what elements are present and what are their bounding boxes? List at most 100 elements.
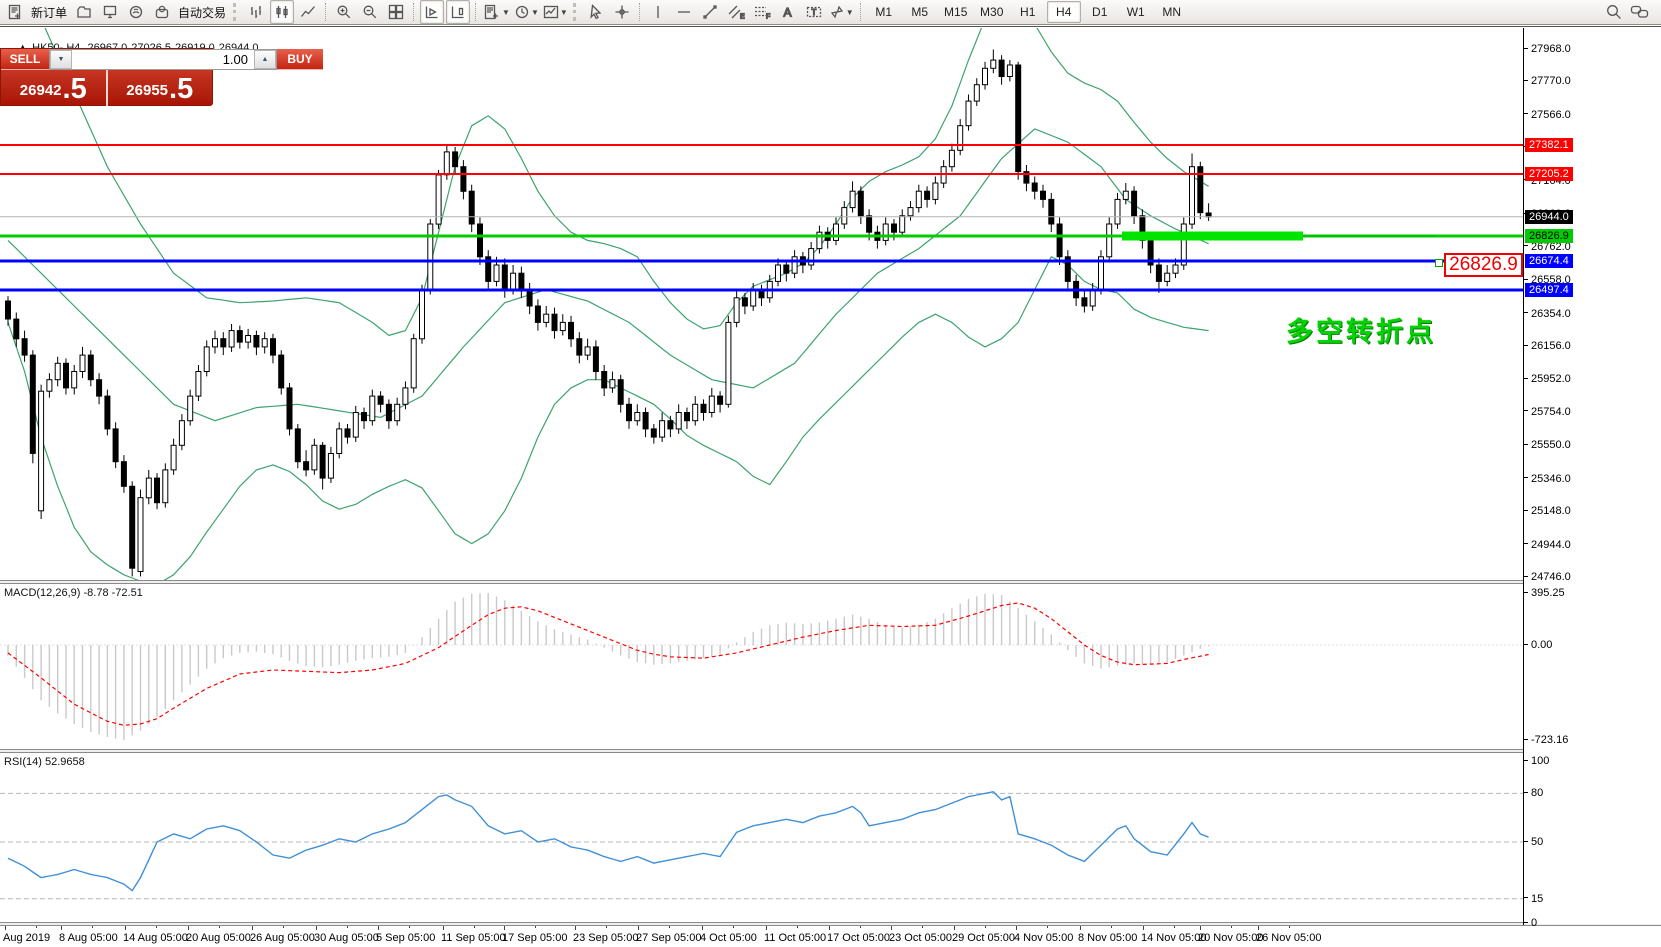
time-axis-label: 17 Sep 05:00 <box>502 932 567 944</box>
time-tick-minor <box>922 926 923 928</box>
new-order-button[interactable] <box>3 0 27 24</box>
cursor-icon[interactable] <box>584 0 608 24</box>
sell-button[interactable]: SELL <box>1 49 49 70</box>
zoom-in-icon[interactable] <box>332 0 356 24</box>
text-label-icon[interactable]: T <box>802 0 826 24</box>
auto-trading-icon[interactable] <box>150 0 174 24</box>
time-axis-label: 20 Aug 05:00 <box>186 932 251 944</box>
price-tick-label: 27566.0 <box>1524 108 1571 122</box>
time-axis-label: 29 Oct 05:00 <box>952 932 1015 944</box>
fibonacci-icon[interactable]: F <box>750 0 774 24</box>
svg-text:A: A <box>783 6 791 20</box>
timeframe-button-d1[interactable]: D1 <box>1083 1 1117 23</box>
arrows-icon[interactable]: ▼ <box>828 0 855 24</box>
pane-resize-separator[interactable] <box>0 580 1661 584</box>
zoom-out-icon[interactable] <box>358 0 382 24</box>
time-tick-minor <box>1047 926 1048 928</box>
time-tick-minor <box>474 926 475 928</box>
volume-decrease-button[interactable]: ▼ <box>50 50 72 69</box>
macd-pane[interactable] <box>0 584 1523 748</box>
time-tick <box>954 926 955 930</box>
macd-histogram <box>7 593 1209 740</box>
chart-shift-icon[interactable] <box>446 0 470 24</box>
timeframe-button-w1[interactable]: W1 <box>1119 1 1153 23</box>
time-axis-label: 14 Nov 05:00 <box>1141 932 1206 944</box>
periods-icon[interactable]: ▼ <box>513 0 540 24</box>
rsi-indicator-label: RSI(14) 52.9658 <box>4 756 85 768</box>
search-icon[interactable] <box>1602 0 1626 24</box>
time-tick-minor <box>1231 926 1232 928</box>
bar-chart-icon[interactable] <box>244 0 268 24</box>
time-tick <box>1016 926 1017 930</box>
timeframe-button-h4[interactable]: H4 <box>1047 1 1081 23</box>
vertical-line-icon[interactable] <box>646 0 670 24</box>
crosshair-icon[interactable] <box>610 0 634 24</box>
sell-price-main: 26942 <box>20 78 62 104</box>
time-axis-label: 26 Aug 05:00 <box>250 932 315 944</box>
timeframe-button-mn[interactable]: MN <box>1155 1 1189 23</box>
chat-icon[interactable] <box>1628 0 1652 24</box>
horizontal-line-icon[interactable] <box>672 0 696 24</box>
time-tick-minor <box>347 926 348 928</box>
time-tick-minor <box>409 926 410 928</box>
time-tick-minor <box>156 926 157 928</box>
auto-trading-label[interactable]: 自动交易 <box>178 4 226 21</box>
buy-price-display[interactable]: 26955.5 <box>108 70 213 106</box>
trendline-handle[interactable] <box>1435 259 1443 267</box>
templates-icon[interactable]: ▼ <box>542 0 569 24</box>
time-tick <box>575 926 576 930</box>
main-price-pane[interactable] <box>0 28 1523 580</box>
auto-scroll-icon[interactable] <box>420 0 444 24</box>
time-tick-minor <box>535 926 536 928</box>
market-watch-icon[interactable] <box>98 0 122 24</box>
time-axis-label: 8 Nov 05:00 <box>1078 932 1137 944</box>
time-tick <box>443 926 444 930</box>
rsi-pane[interactable] <box>0 753 1523 924</box>
text-icon[interactable]: A <box>776 0 800 24</box>
time-axis-label: 8 Aug 05:00 <box>59 932 118 944</box>
toolbar-drag-handle[interactable] <box>233 3 240 21</box>
price-line-label: 27205.2 <box>1525 167 1573 181</box>
buy-button[interactable]: BUY <box>277 49 323 70</box>
price-tag-label[interactable]: 26826.9 <box>1444 253 1523 277</box>
time-tick-minor <box>36 926 37 928</box>
price-axis[interactable]: 27968.027770.027566.027368.027164.026960… <box>1524 28 1661 924</box>
timeframe-button-m30[interactable]: M30 <box>975 1 1009 23</box>
equidistant-channel-icon[interactable]: E <box>724 0 748 24</box>
time-axis[interactable]: Aug 20198 Aug 05:0014 Aug 05:0020 Aug 05… <box>0 926 1661 947</box>
candles <box>6 50 1212 577</box>
price-tick-label: 25148.0 <box>1524 504 1571 518</box>
pane-resize-separator[interactable] <box>0 749 1661 753</box>
new-order-label[interactable]: 新订单 <box>31 4 67 21</box>
price-tick-label: 25346.0 <box>1524 472 1571 486</box>
toolbar-drag-handle[interactable] <box>573 3 580 21</box>
sell-price-display[interactable]: 26942.5 <box>1 70 106 106</box>
time-tick <box>188 926 189 930</box>
volume-increase-button[interactable]: ▲ <box>254 50 276 69</box>
profiles-icon[interactable] <box>72 0 96 24</box>
tile-windows-icon[interactable] <box>384 0 408 24</box>
chart-window: ▲HK50-,H4 26967.027026.526919.026944.0 S… <box>0 26 1661 947</box>
timeframe-button-m1[interactable]: M1 <box>867 1 901 23</box>
time-tick <box>891 926 892 930</box>
time-axis-label: 20 Nov 05:00 <box>1198 932 1263 944</box>
timeframe-button-h1[interactable]: H1 <box>1011 1 1045 23</box>
trendline-icon[interactable] <box>698 0 722 24</box>
time-tick <box>378 926 379 930</box>
sell-price-frac: .5 <box>63 74 87 104</box>
toolbar-separator <box>325 3 327 21</box>
line-chart-icon[interactable] <box>296 0 320 24</box>
time-axis-label: 11 Oct 05:00 <box>764 932 826 944</box>
time-axis-label: 11 Sep 05:00 <box>441 932 506 944</box>
time-tick <box>504 926 505 930</box>
time-tick <box>125 926 126 930</box>
timeframe-button-m15[interactable]: M15 <box>939 1 973 23</box>
volume-input[interactable] <box>72 50 254 69</box>
candlestick-chart-icon[interactable] <box>270 0 294 24</box>
time-axis-label: 30 Aug 05:00 <box>314 932 379 944</box>
timeframe-button-m5[interactable]: M5 <box>903 1 937 23</box>
time-tick-minor <box>1174 926 1175 928</box>
price-line-label: 26674.4 <box>1525 254 1573 268</box>
signal-icon[interactable] <box>124 0 148 24</box>
indicators-icon[interactable]: ▼ <box>482 0 511 24</box>
